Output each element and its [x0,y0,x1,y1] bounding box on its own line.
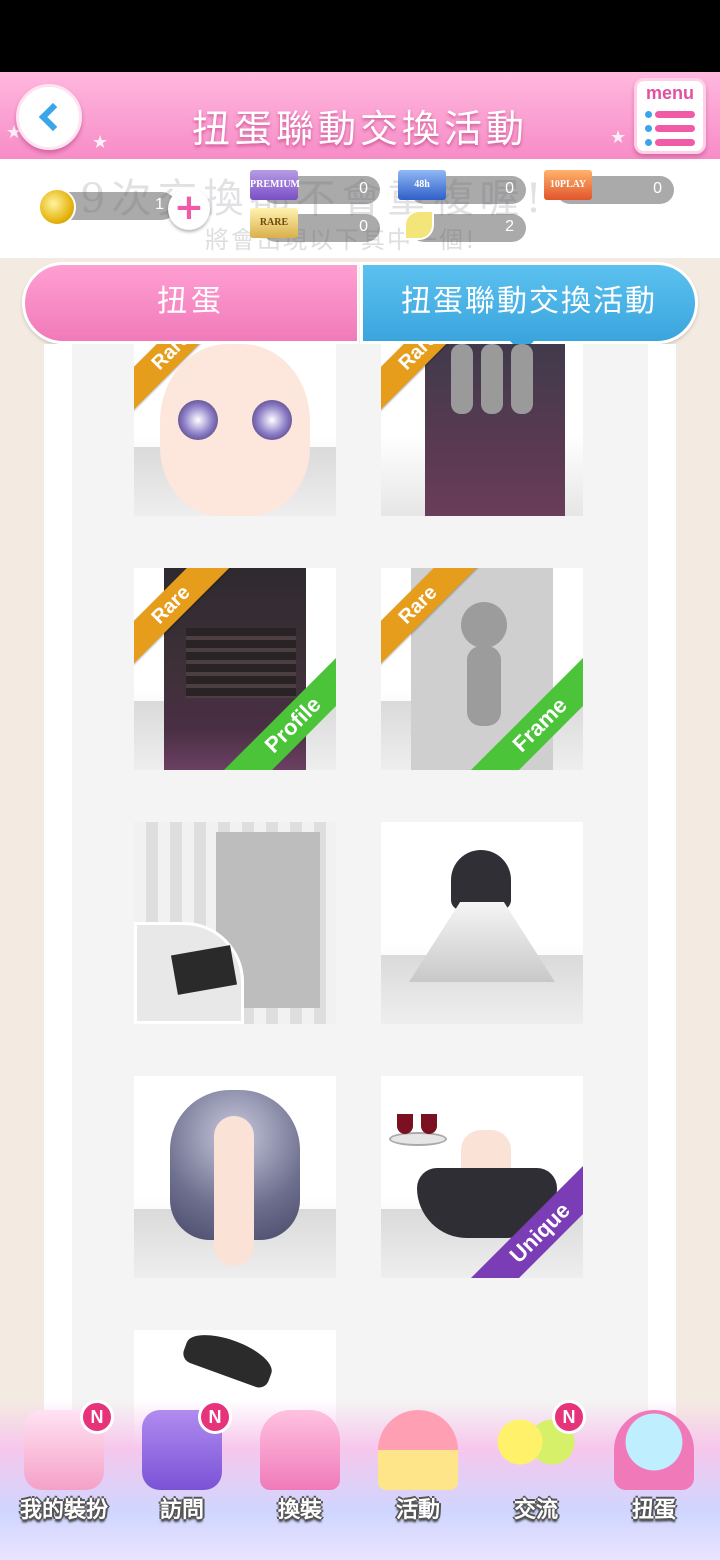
avatar-silhouette [451,344,473,414]
item-card-wavy-hair[interactable] [134,1076,336,1278]
currency-bar: 9次交換都不會重複喔! 將會出現以下其中一個! 1 + 0 PREMIUM 0 … [0,162,720,258]
nav-label: 活動 [395,1498,440,1523]
tent-icon [378,1410,458,1490]
leaf-icon [404,210,434,240]
page-title: 扭蛋聯動交換活動 [191,107,528,151]
menu-label: menu [645,83,694,103]
avatar-body-silhouette [467,646,501,726]
item-list[interactable]: Rare Rare Rare Profile Rare Frame Unique [72,344,648,1464]
header-bar: ★ ★ ★ 扭蛋聯動交換活動 menu [0,72,720,162]
dress-icon [260,1410,340,1490]
add-coins-button[interactable]: + [168,188,210,230]
menu-list-icon [645,139,652,146]
notification-badge: N [80,1400,114,1434]
item-card-face[interactable]: Rare [134,344,336,516]
ticket-10play-icon: 10PLAY [544,170,592,200]
tray-prop [389,1132,447,1146]
back-button[interactable] [16,84,82,150]
nav-gacha[interactable]: 扭蛋 [598,1400,710,1550]
nav-dress-up[interactable]: 換裝 [244,1400,356,1550]
gacha-machine-icon [614,1410,694,1490]
staircase-steps [186,628,296,698]
item-card-profile[interactable]: Rare Profile [134,568,336,770]
nav-social[interactable]: N 交流 [480,1400,592,1550]
item-card-staircase-bg[interactable]: Rare [381,344,583,516]
item-card-frame[interactable]: Rare Frame [381,568,583,770]
item-card-maid-dress[interactable] [381,822,583,1024]
menu-line [655,139,695,146]
menu-line [655,111,695,118]
avatar-silhouette [511,344,533,414]
star-decoration: ★ [92,132,109,153]
dress-skirt [409,902,555,982]
menu-list-icon [645,111,652,118]
premium-ticket-icon: PREMIUM [250,170,300,200]
star-decoration: ★ [610,127,627,148]
menu-list-icon [645,125,652,132]
rare-ticket-icon: RARE [250,208,298,238]
avatar-head-silhouette [461,602,507,648]
face-eye-left [178,400,218,440]
nav-events[interactable]: 活動 [362,1400,474,1550]
nav-my-outfit[interactable]: N 我的裝扮 [8,1400,120,1550]
nav-label: 扭蛋 [631,1498,676,1523]
nav-label: 換裝 [277,1498,322,1523]
tab-gacha[interactable]: 扭蛋 [22,262,360,344]
item-card-gothic-set[interactable] [134,822,336,1024]
bottom-navigation: N 我的裝扮 N 訪問 換裝 活動 N 交流 扭蛋 [0,1400,720,1560]
wine-glass-icon [397,1114,413,1134]
chevron-left-icon [38,102,68,132]
status-bar [0,0,720,72]
notification-badge: N [552,1400,586,1434]
nav-label: 交流 [513,1498,558,1523]
nav-label: 訪問 [159,1498,204,1523]
menu-button[interactable]: menu [634,78,706,154]
notification-badge: N [198,1400,232,1434]
item-card-tray-dress[interactable]: Unique [381,1076,583,1278]
dress-top [451,850,511,910]
avatar-body [214,1116,254,1266]
avatar-silhouette [481,344,503,414]
tab-gacha-exchange-event[interactable]: 扭蛋聯動交換活動 [360,262,698,344]
coin-icon [38,188,76,226]
ticket-48h-icon: 48h [398,170,446,200]
nav-label: 我的裝扮 [19,1498,108,1523]
face-eye-right [252,400,292,440]
nav-visit[interactable]: N 訪問 [126,1400,238,1550]
wine-glass-icon [421,1114,437,1134]
tab-bar: 扭蛋 扭蛋聯動交換活動 [22,262,698,353]
menu-line [655,125,695,132]
